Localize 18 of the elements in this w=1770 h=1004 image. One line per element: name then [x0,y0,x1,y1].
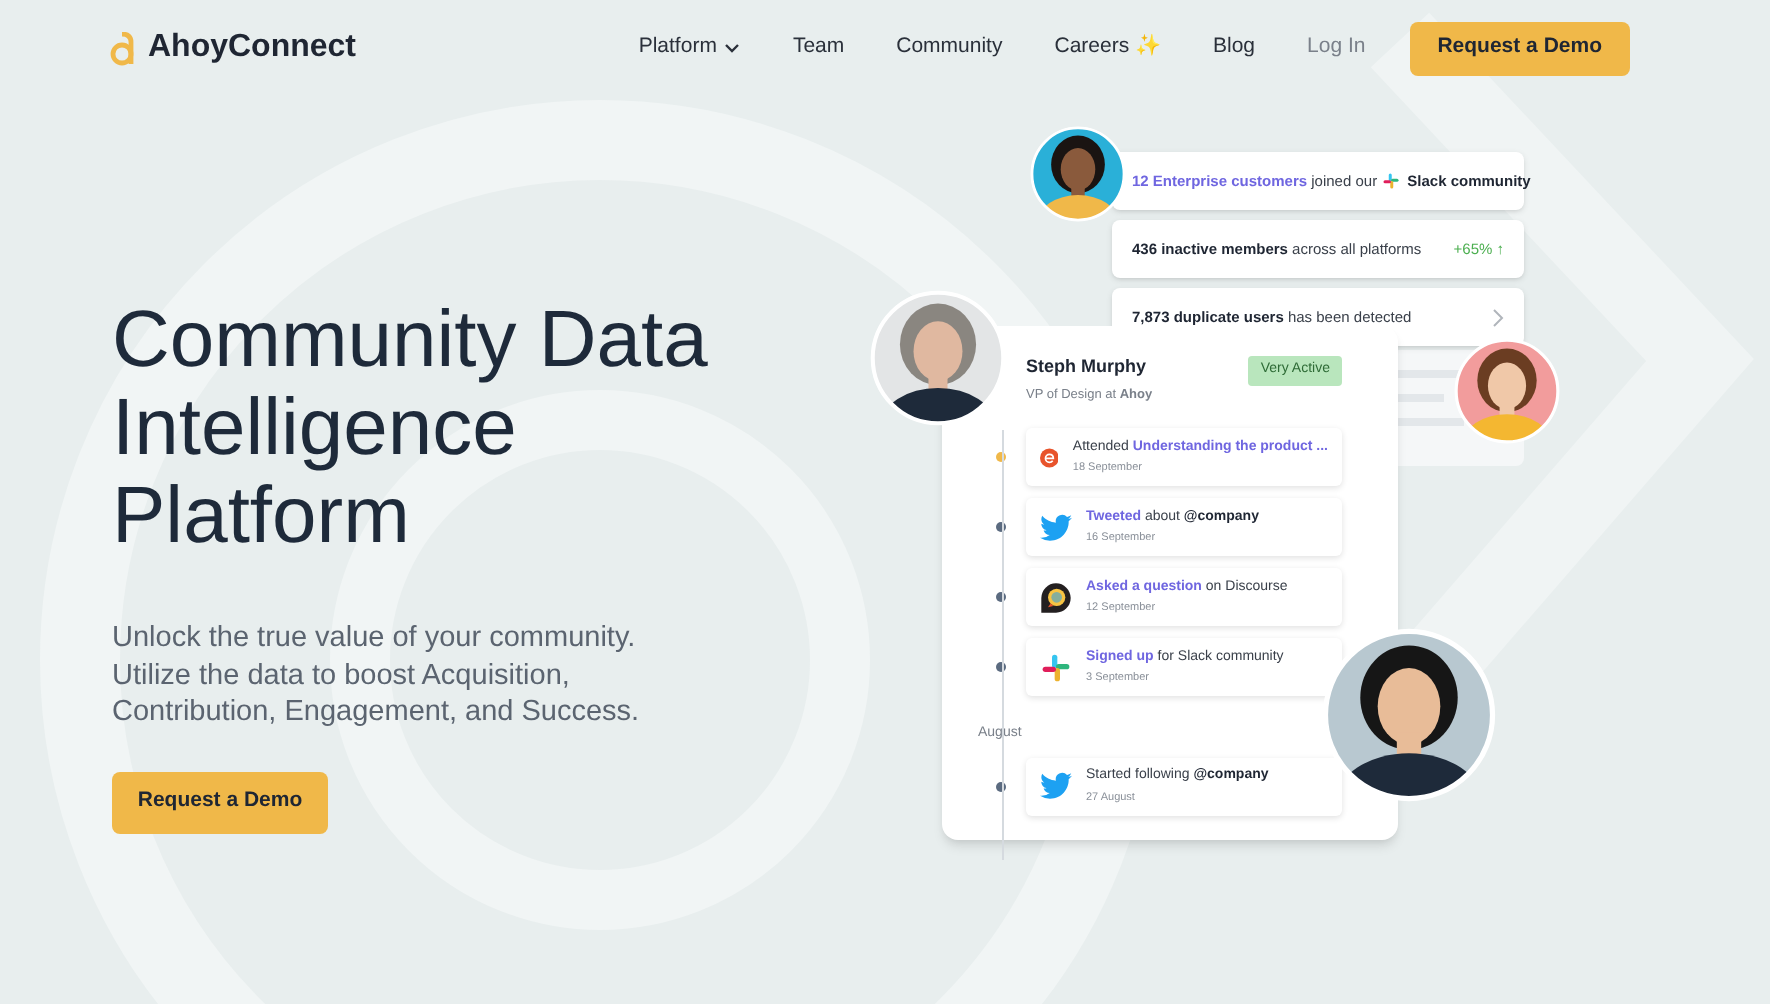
logo-icon [110,31,138,65]
nav-link[interactable]: Team [792,32,845,64]
nav-link[interactable]: Platform [638,32,741,64]
nav-link[interactable]: Careers ✨ [1054,32,1161,64]
profile-name: Steph Murphy [1026,354,1148,380]
hero-title: Community Data Intelligence Platform [112,296,710,560]
logo-text: AhoyConnect [148,28,356,68]
request-demo-button[interactable]: Request a Demo [1409,21,1630,75]
nav-link[interactable]: Blog [1213,32,1256,64]
nav-link[interactable]: Community [896,32,1003,64]
slack-icon [1381,172,1400,191]
hero-subtitle: Unlock the true value of your community. Utilize the data to boost Acquisition, Contribution, Engagement, and Success. [112,620,642,731]
bird-icon [1040,772,1072,801]
bird-icon [1040,513,1072,542]
request-demo-button[interactable]: Request a Demo [112,771,328,833]
chevron-down-icon [724,42,741,54]
slack-icon [1040,651,1072,684]
speech-bubble-icon [1040,581,1072,614]
